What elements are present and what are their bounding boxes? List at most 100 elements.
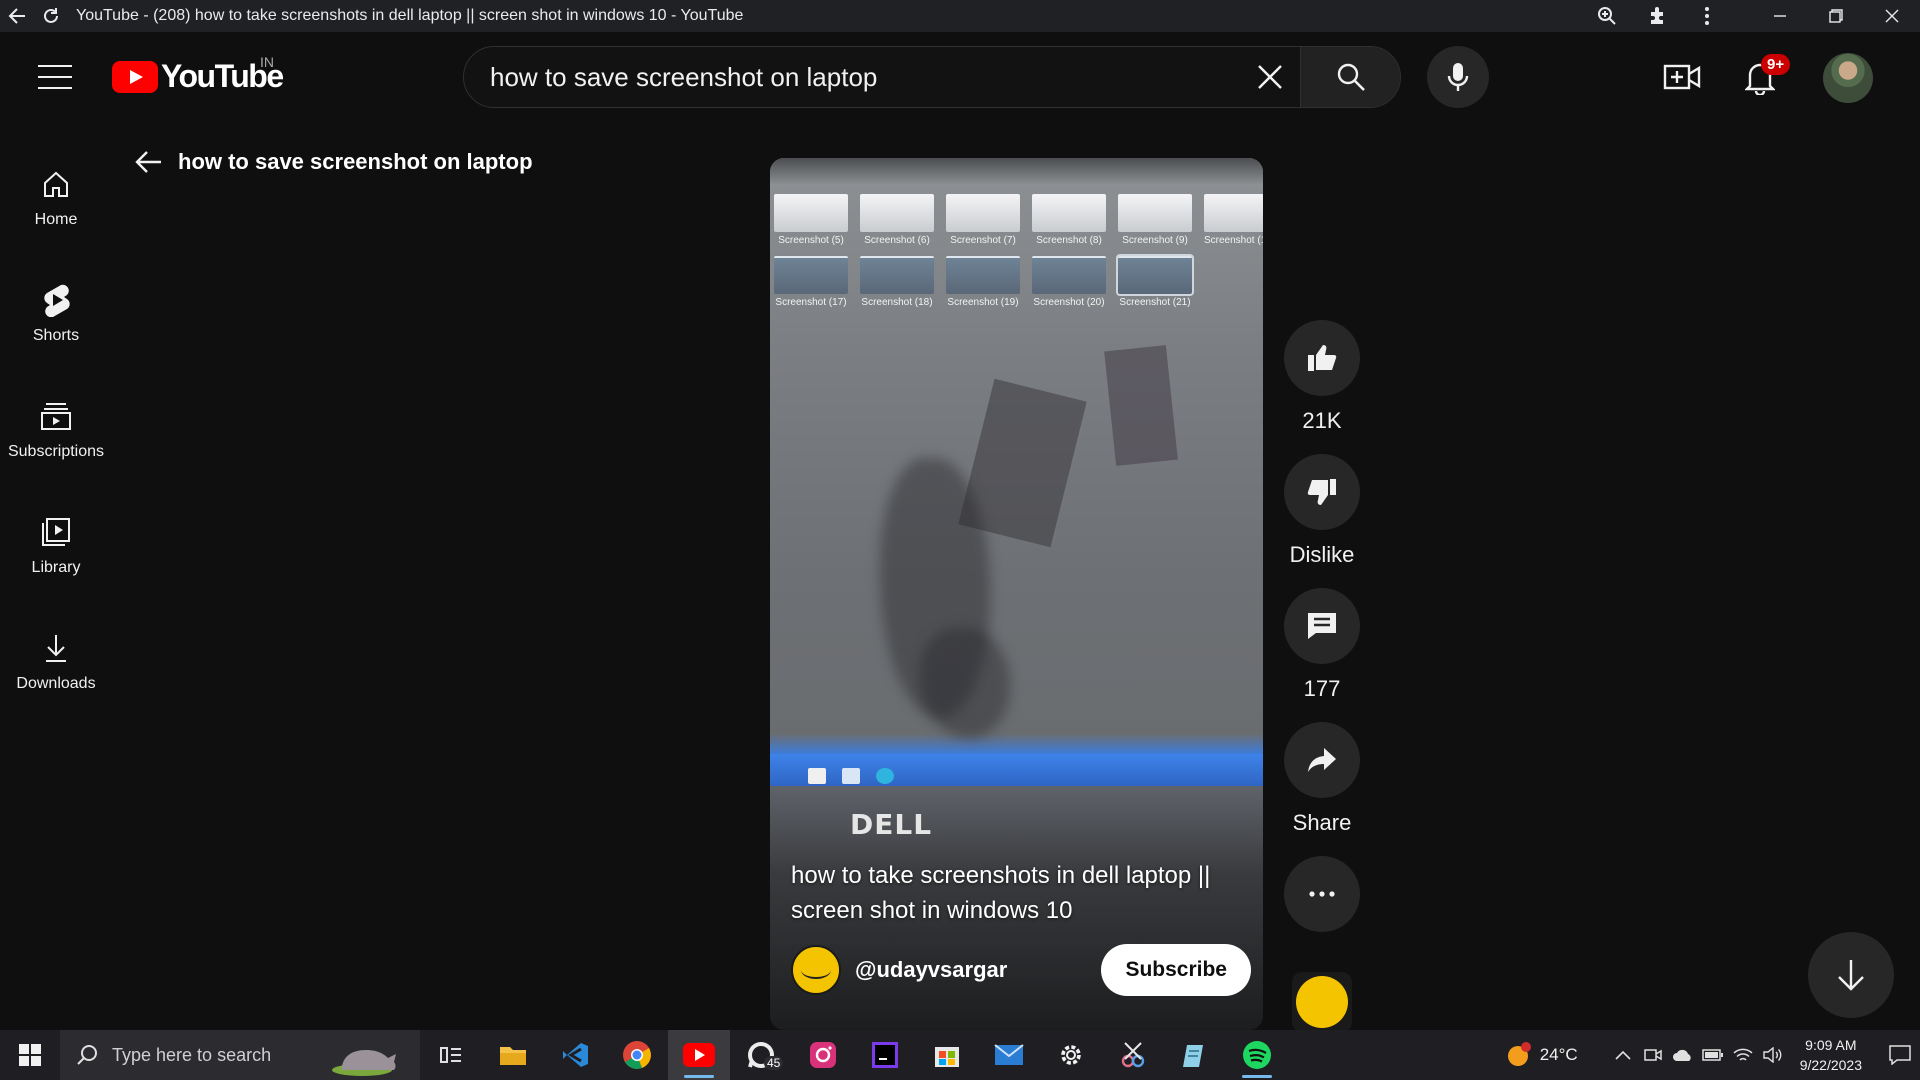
browser-window-title: YouTube - (208) how to take screenshots …	[76, 7, 744, 24]
short-title[interactable]: how to take screenshots in dell laptop |…	[791, 858, 1251, 928]
mini-guide: Home Shorts Subscriptions Library Downlo…	[0, 140, 112, 720]
sound-source-avatar[interactable]	[1292, 972, 1352, 1032]
next-short-button[interactable]	[1808, 932, 1894, 1018]
comments-button[interactable]	[1284, 588, 1360, 664]
video-desktop-edge	[770, 158, 1263, 186]
chrome-icon[interactable]	[606, 1030, 668, 1080]
channel-row: @udayvsargar Subscribe	[791, 944, 1251, 996]
battery-icon[interactable]	[1698, 1030, 1728, 1080]
more-options-button[interactable]	[1284, 856, 1360, 932]
temperature[interactable]: 24°C	[1540, 1045, 1578, 1065]
rhino-illustration-icon	[332, 1050, 396, 1076]
video-thumb: Screenshot (17)	[774, 256, 848, 308]
video-thumb: Screenshot (5)	[774, 194, 848, 246]
youtube-logo[interactable]: YouTube IN	[112, 54, 284, 95]
chevron-up-icon[interactable]	[1608, 1030, 1638, 1080]
search-icon	[1337, 63, 1365, 91]
video-thumb: Screenshot (20)	[1032, 256, 1106, 308]
restore-icon[interactable]	[1808, 0, 1864, 32]
windows-taskbar: Type here to search 45 24°C 9:09 AM 9/22…	[0, 1030, 1920, 1080]
vscode-icon[interactable]	[544, 1030, 606, 1080]
short-actions: 21K Dislike 177 Share	[1284, 320, 1360, 952]
masthead: YouTube IN 9+	[0, 32, 1920, 120]
close-window-icon[interactable]	[1864, 0, 1920, 32]
guide-item-shorts[interactable]: Shorts	[0, 256, 112, 372]
voice-search-button[interactable]	[1427, 46, 1489, 108]
video-app-icon	[808, 768, 826, 784]
minimize-icon[interactable]	[1752, 0, 1808, 32]
video-thumb: Screenshot (10)	[1204, 194, 1263, 246]
thumbs-down-icon	[1307, 479, 1336, 505]
guide-item-home[interactable]: Home	[0, 140, 112, 256]
taskbar-clock[interactable]: 9:09 AM 9/22/2023	[1800, 1035, 1862, 1075]
notification-badge: 9+	[1761, 54, 1791, 75]
video-app-icon	[876, 768, 894, 784]
share-action: Share	[1284, 722, 1360, 836]
guide-item-subscriptions[interactable]: Subscriptions	[0, 372, 112, 488]
intellij-icon[interactable]	[854, 1030, 916, 1080]
mail-icon[interactable]	[978, 1030, 1040, 1080]
back-arrow-icon[interactable]	[132, 146, 164, 178]
system-tray: 24°C 9:09 AM 9/22/2023	[1506, 1030, 1920, 1080]
browser-menu-icon[interactable]	[1682, 0, 1732, 32]
snipping-tool-icon[interactable]	[1102, 1030, 1164, 1080]
weather-icon	[1507, 1042, 1531, 1066]
clear-search-icon[interactable]	[1240, 47, 1300, 107]
create-video-icon[interactable]	[1660, 58, 1704, 96]
back-icon[interactable]	[0, 0, 34, 32]
like-button[interactable]	[1284, 320, 1360, 396]
reload-icon[interactable]	[34, 0, 68, 32]
account-avatar[interactable]	[1823, 53, 1873, 103]
dislike-button[interactable]	[1284, 454, 1360, 530]
shorts-icon	[39, 283, 73, 317]
guide-label-downloads: Downloads	[16, 675, 96, 692]
spotify-icon[interactable]	[1226, 1030, 1288, 1080]
taskbar-search-box[interactable]: Type here to search	[60, 1030, 420, 1080]
clock-date: 9/22/2023	[1799, 1057, 1862, 1073]
file-explorer-icon[interactable]	[482, 1030, 544, 1080]
search-query-label: how to save screenshot on laptop	[178, 149, 533, 174]
guide-label-home: Home	[34, 211, 78, 228]
video-thumb: Screenshot (21)	[1116, 254, 1194, 308]
guide-item-library[interactable]: Library	[0, 488, 112, 604]
video-thumb: Screenshot (18)	[860, 256, 934, 308]
zoom-icon[interactable]	[1582, 0, 1632, 32]
extensions-icon[interactable]	[1632, 0, 1682, 32]
notepad-icon[interactable]	[1164, 1030, 1226, 1080]
dell-logo: DELL	[850, 808, 933, 841]
meet-now-icon[interactable]	[1638, 1030, 1668, 1080]
back-to-search[interactable]: how to save screenshot on laptop	[132, 146, 533, 178]
share-button[interactable]	[1284, 722, 1360, 798]
search-input[interactable]	[464, 47, 1240, 107]
search-button[interactable]	[1300, 47, 1400, 107]
channel-avatar[interactable]	[791, 945, 841, 995]
video-thumb: Screenshot (19)	[946, 256, 1020, 308]
taskbar-search-placeholder: Type here to search	[112, 1044, 272, 1065]
youtube-app-icon[interactable]	[668, 1030, 730, 1080]
more-dots-icon	[1309, 891, 1335, 897]
windows-start-icon[interactable]	[0, 1030, 60, 1080]
search-box	[463, 46, 1401, 108]
arrow-down-icon	[1838, 960, 1864, 991]
video-shadow	[920, 628, 1010, 738]
subscribe-button[interactable]: Subscribe	[1101, 944, 1251, 996]
settings-icon[interactable]	[1040, 1030, 1102, 1080]
taskbar-search-icon	[77, 1045, 97, 1065]
guide-item-downloads[interactable]: Downloads	[0, 604, 112, 720]
like-count: 21K	[1302, 408, 1342, 433]
onedrive-icon[interactable]	[1668, 1030, 1698, 1080]
shorts-player[interactable]: Screenshot (5) Screenshot (6) Screenshot…	[770, 158, 1263, 1030]
volume-icon[interactable]	[1758, 1030, 1788, 1080]
notification-center-icon[interactable]	[1880, 1030, 1920, 1080]
like-action: 21K	[1284, 320, 1360, 434]
channel-handle[interactable]: @udayvsargar	[855, 957, 1101, 983]
video-thumb: Screenshot (9)	[1118, 194, 1192, 246]
home-icon	[39, 167, 73, 201]
library-icon	[39, 515, 73, 549]
microsoft-store-icon[interactable]	[916, 1030, 978, 1080]
instagram-icon[interactable]	[792, 1030, 854, 1080]
guide-menu-icon[interactable]	[38, 65, 72, 89]
task-view-icon[interactable]	[420, 1030, 482, 1080]
whatsapp-icon[interactable]: 45	[730, 1030, 792, 1080]
wifi-icon[interactable]	[1728, 1030, 1758, 1080]
